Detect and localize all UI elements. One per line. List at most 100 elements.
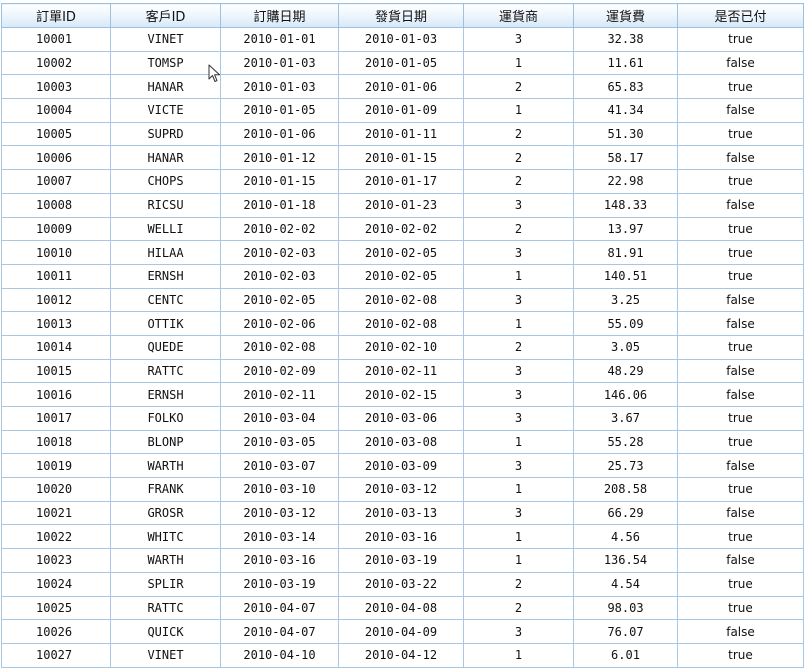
cell-shipper[interactable]: 3 bbox=[463, 240, 574, 265]
cell-freight[interactable]: 32.38 bbox=[573, 27, 678, 52]
cell-ship-date[interactable]: 2010-01-15 bbox=[338, 145, 464, 171]
table-row[interactable]: 10012 CENTC 2010-02-05 2010-02-08 3 3.25 false bbox=[1, 287, 804, 313]
column-header-freight[interactable]: 運貨費 bbox=[573, 3, 678, 28]
table-row[interactable]: 10002 TOMSP 2010-01-03 2010-01-05 1 11.61 fals… bbox=[1, 50, 804, 76]
cell-ship-date[interactable]: 2010-01-11 bbox=[338, 121, 464, 147]
cell-freight[interactable]: 48.29 bbox=[573, 358, 678, 384]
cell-freight[interactable]: 13.97 bbox=[573, 216, 678, 242]
cell-order-date[interactable]: 2010-02-09 bbox=[220, 358, 339, 384]
cell-freight[interactable]: 58.17 bbox=[573, 145, 678, 171]
cell-ship-date[interactable]: 2010-03-12 bbox=[338, 477, 464, 502]
cell-ship-date[interactable]: 2010-01-05 bbox=[338, 50, 464, 76]
cell-shipper[interactable]: 1 bbox=[463, 98, 574, 123]
cell-order-id[interactable]: 10011 bbox=[1, 263, 111, 289]
cell-order-date[interactable]: 2010-03-16 bbox=[220, 548, 339, 573]
cell-shipper[interactable]: 2 bbox=[463, 145, 574, 171]
cell-customer-id[interactable]: WHITC bbox=[110, 524, 221, 550]
cell-order-date[interactable]: 2010-02-03 bbox=[220, 240, 339, 265]
table-row[interactable]: 10004 VICTE 2010-01-05 2010-01-09 1 41.34 fals… bbox=[1, 98, 804, 123]
cell-order-id[interactable]: 10002 bbox=[1, 50, 111, 76]
column-header-paid[interactable]: 是否已付 bbox=[677, 3, 804, 28]
cell-customer-id[interactable]: WARTH bbox=[110, 548, 221, 573]
cell-paid[interactable]: true bbox=[677, 595, 804, 621]
cell-order-date[interactable]: 2010-01-18 bbox=[220, 192, 339, 218]
cell-paid[interactable]: false bbox=[677, 382, 804, 407]
cell-shipper[interactable]: 1 bbox=[463, 50, 574, 76]
cell-order-id[interactable]: 10020 bbox=[1, 477, 111, 502]
cell-ship-date[interactable]: 2010-02-02 bbox=[338, 216, 464, 242]
cell-customer-id[interactable]: RATTC bbox=[110, 358, 221, 384]
cell-paid[interactable]: true bbox=[677, 642, 804, 668]
cell-order-id[interactable]: 10023 bbox=[1, 548, 111, 573]
table-row[interactable]: 10013 OTTIK 2010-02-06 2010-02-08 1 55.09 fals… bbox=[1, 311, 804, 336]
cell-order-id[interactable]: 10017 bbox=[1, 406, 111, 431]
cell-customer-id[interactable]: TOMSP bbox=[110, 50, 221, 76]
table-row[interactable]: 10016 ERNSH 2010-02-11 2010-02-15 3 146.06 fal… bbox=[1, 382, 804, 407]
cell-paid[interactable]: false bbox=[677, 98, 804, 123]
cell-ship-date[interactable]: 2010-03-06 bbox=[338, 406, 464, 431]
table-row[interactable]: 10017 FOLKO 2010-03-04 2010-03-06 3 3.67 true bbox=[1, 406, 804, 431]
table-row[interactable]: 10018 BLONP 2010-03-05 2010-03-08 1 55.28 true bbox=[1, 429, 804, 455]
cell-shipper[interactable]: 3 bbox=[463, 406, 574, 431]
cell-customer-id[interactable]: OTTIK bbox=[110, 311, 221, 336]
cell-order-date[interactable]: 2010-03-19 bbox=[220, 571, 339, 597]
cell-shipper[interactable]: 2 bbox=[463, 74, 574, 100]
cell-paid[interactable]: false bbox=[677, 145, 804, 171]
cell-paid[interactable]: true bbox=[677, 334, 804, 360]
cell-order-date[interactable]: 2010-01-03 bbox=[220, 74, 339, 100]
table-row[interactable]: 10005 SUPRD 2010-01-06 2010-01-11 2 51.30 true bbox=[1, 121, 804, 147]
cell-ship-date[interactable]: 2010-03-13 bbox=[338, 500, 464, 526]
column-header-ship-date[interactable]: 發貨日期 bbox=[338, 3, 464, 28]
cell-freight[interactable]: 76.07 bbox=[573, 619, 678, 644]
cell-paid[interactable]: true bbox=[677, 240, 804, 265]
cell-order-id[interactable]: 10014 bbox=[1, 334, 111, 360]
cell-shipper[interactable]: 3 bbox=[463, 287, 574, 313]
cell-customer-id[interactable]: FOLKO bbox=[110, 406, 221, 431]
cell-order-id[interactable]: 10025 bbox=[1, 595, 111, 621]
cell-ship-date[interactable]: 2010-04-08 bbox=[338, 595, 464, 621]
cell-order-id[interactable]: 10010 bbox=[1, 240, 111, 265]
cell-freight[interactable]: 65.83 bbox=[573, 74, 678, 100]
cell-ship-date[interactable]: 2010-04-12 bbox=[338, 642, 464, 668]
cell-order-date[interactable]: 2010-03-12 bbox=[220, 500, 339, 526]
column-header-order-date[interactable]: 訂購日期 bbox=[220, 3, 339, 28]
table-row[interactable]: 10011 ERNSH 2010-02-03 2010-02-05 1 140.51 tru… bbox=[1, 263, 804, 289]
cell-order-id[interactable]: 10008 bbox=[1, 192, 111, 218]
cell-paid[interactable]: true bbox=[677, 524, 804, 550]
cell-order-id[interactable]: 10019 bbox=[1, 453, 111, 479]
cell-shipper[interactable]: 3 bbox=[463, 192, 574, 218]
cell-order-date[interactable]: 2010-02-05 bbox=[220, 287, 339, 313]
cell-freight[interactable]: 22.98 bbox=[573, 169, 678, 194]
cell-paid[interactable]: true bbox=[677, 216, 804, 242]
cell-ship-date[interactable]: 2010-01-03 bbox=[338, 27, 464, 52]
cell-shipper[interactable]: 2 bbox=[463, 121, 574, 147]
cell-freight[interactable]: 55.28 bbox=[573, 429, 678, 455]
cell-paid[interactable]: false bbox=[677, 358, 804, 384]
cell-order-date[interactable]: 2010-01-05 bbox=[220, 98, 339, 123]
table-row[interactable]: 10006 HANAR 2010-01-12 2010-01-15 2 58.17 fals… bbox=[1, 145, 804, 171]
cell-shipper[interactable]: 1 bbox=[463, 263, 574, 289]
cell-customer-id[interactable]: RATTC bbox=[110, 595, 221, 621]
cell-order-id[interactable]: 10004 bbox=[1, 98, 111, 123]
table-row[interactable]: 10019 WARTH 2010-03-07 2010-03-09 3 25.73 fals… bbox=[1, 453, 804, 479]
cell-order-id[interactable]: 10026 bbox=[1, 619, 111, 644]
cell-order-date[interactable]: 2010-03-10 bbox=[220, 477, 339, 502]
cell-freight[interactable]: 11.61 bbox=[573, 50, 678, 76]
cell-customer-id[interactable]: HANAR bbox=[110, 145, 221, 171]
cell-order-date[interactable]: 2010-03-14 bbox=[220, 524, 339, 550]
cell-shipper[interactable]: 1 bbox=[463, 429, 574, 455]
cell-customer-id[interactable]: SUPRD bbox=[110, 121, 221, 147]
cell-order-date[interactable]: 2010-04-07 bbox=[220, 595, 339, 621]
cell-shipper[interactable]: 2 bbox=[463, 216, 574, 242]
table-row[interactable]: 10010 HILAA 2010-02-03 2010-02-05 3 81.91 true bbox=[1, 240, 804, 265]
cell-freight[interactable]: 146.06 bbox=[573, 382, 678, 407]
cell-customer-id[interactable]: CENTC bbox=[110, 287, 221, 313]
cell-freight[interactable]: 66.29 bbox=[573, 500, 678, 526]
cell-ship-date[interactable]: 2010-02-05 bbox=[338, 263, 464, 289]
cell-paid[interactable]: false bbox=[677, 192, 804, 218]
cell-paid[interactable]: true bbox=[677, 27, 804, 52]
cell-order-date[interactable]: 2010-02-11 bbox=[220, 382, 339, 407]
cell-customer-id[interactable]: HANAR bbox=[110, 74, 221, 100]
cell-paid[interactable]: true bbox=[677, 121, 804, 147]
cell-ship-date[interactable]: 2010-04-09 bbox=[338, 619, 464, 644]
